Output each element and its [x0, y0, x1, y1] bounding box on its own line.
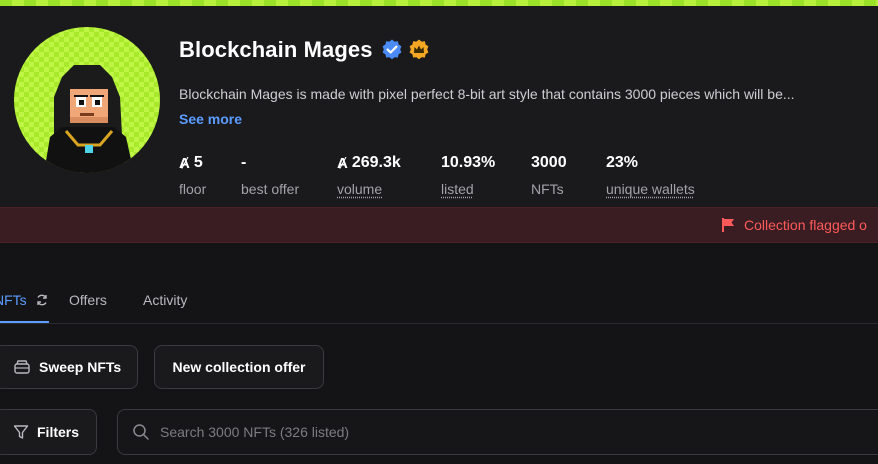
stat-value: 23%: [606, 154, 639, 171]
stat-label[interactable]: volume: [337, 181, 401, 197]
tab-label: Activity: [143, 292, 188, 308]
verified-badge-icon: [382, 39, 401, 60]
stat-best-offer: - best offer: [241, 153, 299, 197]
collection-tabs: NFTs Offers Activity: [0, 280, 878, 324]
collection-description: Blockchain Mages is made with pixel perf…: [179, 86, 795, 102]
stat-nfts: 3000 NFTs: [531, 153, 567, 197]
new-collection-offer-button[interactable]: New collection offer: [154, 345, 324, 389]
tab-offers[interactable]: Offers: [69, 292, 107, 308]
currency-icon: Ⱥ: [179, 154, 190, 172]
search-bar[interactable]: [117, 409, 878, 455]
featured-badge-icon: [409, 39, 428, 60]
search-icon: [133, 424, 149, 440]
tab-label: Offers: [69, 292, 107, 308]
mage-avatar-image: [14, 27, 160, 173]
stat-label[interactable]: unique wallets: [606, 181, 695, 197]
stat-value: 10.93%: [441, 154, 496, 171]
filters-button[interactable]: Filters: [0, 409, 97, 455]
tab-label: NFTs: [0, 292, 27, 308]
button-label: Filters: [37, 424, 80, 440]
collection-title: Blockchain Mages: [179, 37, 373, 62]
stat-label: NFTs: [531, 181, 564, 197]
collection-avatar: [14, 27, 160, 173]
stat-label: best offer: [241, 181, 300, 197]
tab-activity[interactable]: Activity: [143, 292, 187, 308]
sweep-icon: [14, 360, 30, 374]
flagged-message[interactable]: Collection flagged o: [720, 217, 867, 233]
stat-value: 269.3k: [351, 154, 401, 171]
stat-value: 3000: [531, 154, 567, 171]
search-input[interactable]: [160, 424, 760, 440]
flag-icon: [722, 218, 734, 232]
button-label: Sweep NFTs: [39, 359, 122, 375]
button-label: New collection offer: [172, 359, 306, 375]
active-tab-indicator: [0, 321, 49, 323]
tab-nfts[interactable]: NFTs: [0, 292, 49, 308]
filter-icon: [13, 425, 29, 439]
title-row: Blockchain Mages: [179, 37, 431, 63]
refresh-icon[interactable]: [35, 293, 49, 307]
stat-floor: Ⱥ5 floor: [179, 153, 206, 197]
stat-volume[interactable]: Ⱥ 269.3k volume: [337, 153, 401, 197]
flagged-banner: Collection flagged o: [0, 207, 878, 243]
collection-header: Blockchain Mages Blockchain Mages is mad…: [0, 6, 878, 207]
flagged-text: Collection flagged o: [744, 217, 867, 233]
stat-unique-wallets[interactable]: 23% unique wallets: [606, 153, 695, 197]
stat-listed[interactable]: 10.93% listed: [441, 153, 495, 197]
currency-icon: Ⱥ: [337, 154, 348, 172]
stat-value: -: [241, 154, 247, 171]
stat-label[interactable]: listed: [441, 181, 495, 197]
stat-label: floor: [179, 181, 207, 197]
stat-value: 5: [193, 154, 203, 171]
sweep-nfts-button[interactable]: Sweep NFTs: [0, 345, 138, 389]
see-more-link[interactable]: See more: [179, 111, 242, 127]
